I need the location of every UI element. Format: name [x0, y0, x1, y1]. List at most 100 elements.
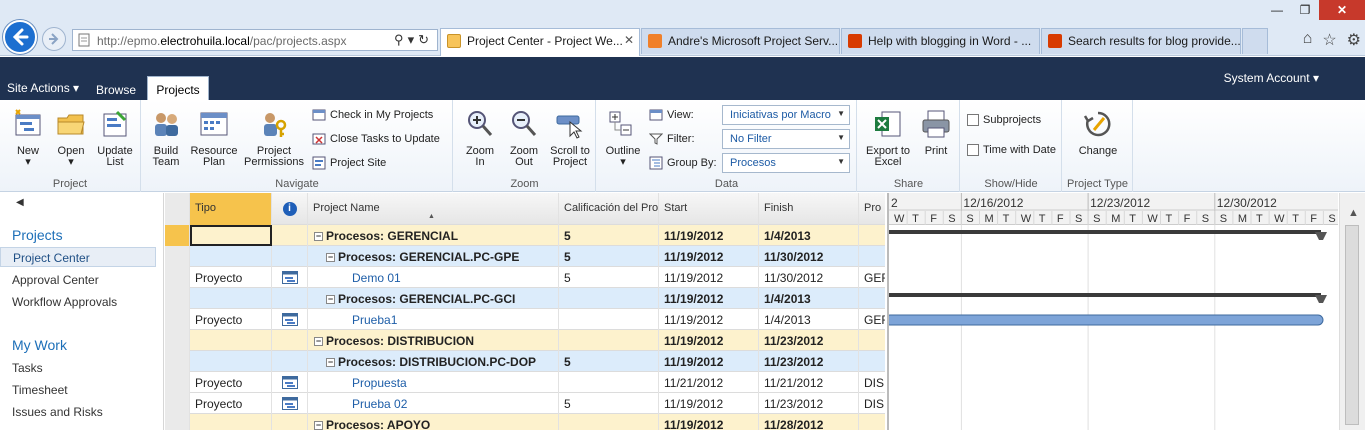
- start-cell[interactable]: 11/19/2012: [659, 393, 759, 414]
- nav-item-tasks[interactable]: Tasks: [12, 361, 43, 375]
- vertical-scrollbar[interactable]: ▲: [1339, 193, 1365, 430]
- calificacion-cell[interactable]: 5: [559, 393, 659, 414]
- column-header-tipo[interactable]: Tipo: [190, 193, 272, 225]
- pro-cell[interactable]: [859, 330, 885, 351]
- column-header-calificacion[interactable]: Calificación del Pro: [559, 193, 659, 225]
- zoom-out-button[interactable]: Zoom Out: [504, 108, 544, 168]
- finish-cell[interactable]: 1/4/2013: [759, 225, 859, 246]
- tab-projects[interactable]: Projects: [147, 76, 209, 100]
- group-row[interactable]: − Procesos: GERENCIAL 5 11/19/2012 1/4/2013: [165, 225, 885, 246]
- start-cell[interactable]: 11/19/2012: [659, 225, 759, 246]
- row-selector[interactable]: [165, 225, 190, 246]
- address-bar[interactable]: http://epmo.electrohuila.local/pac/proje…: [72, 29, 438, 51]
- project-name-cell[interactable]: − Procesos: GERENCIAL.PC-GCI: [308, 288, 559, 309]
- start-cell[interactable]: 11/19/2012: [659, 288, 759, 309]
- outline-button[interactable]: Outline ▾: [601, 108, 645, 168]
- finish-cell[interactable]: 11/30/2012: [759, 267, 859, 288]
- nav-heading-my-work[interactable]: My Work: [12, 337, 67, 353]
- site-actions-menu[interactable]: Site Actions ▾: [7, 81, 79, 95]
- close-tasks-button[interactable]: Close Tasks to Update: [312, 132, 440, 146]
- row-selector[interactable]: [165, 309, 190, 330]
- gear-icon[interactable]: ⚙: [1347, 30, 1361, 50]
- minimize-button[interactable]: —: [1263, 0, 1291, 20]
- start-cell[interactable]: 11/19/2012: [659, 267, 759, 288]
- window-close-button[interactable]: ✕: [1319, 0, 1365, 20]
- collapse-toggle-icon[interactable]: −: [314, 421, 323, 430]
- project-name-cell[interactable]: − Procesos: GERENCIAL: [308, 225, 559, 246]
- project-name-cell[interactable]: Demo 01: [308, 267, 559, 288]
- finish-cell[interactable]: 11/28/2012: [759, 414, 859, 430]
- nav-item-project-center[interactable]: Project Center: [0, 247, 156, 267]
- start-cell[interactable]: 11/21/2012: [659, 372, 759, 393]
- check-in-button[interactable]: Check in My Projects: [312, 108, 433, 122]
- refresh-icon[interactable]: ↻: [418, 32, 433, 47]
- group-row[interactable]: − Procesos: GERENCIAL.PC-GPE 5 11/19/2012 11…: [165, 246, 885, 267]
- group-row[interactable]: − Procesos: DISTRIBUCION.PC-DOP 5 11/19/201…: [165, 351, 885, 372]
- project-name-cell[interactable]: − Procesos: GERENCIAL.PC-GPE: [308, 246, 559, 267]
- pro-cell[interactable]: [859, 351, 885, 372]
- restore-button[interactable]: ❐: [1291, 0, 1319, 20]
- nav-item-timesheet[interactable]: Timesheet: [12, 383, 68, 397]
- tipo-cell[interactable]: Proyecto: [190, 309, 272, 330]
- column-header-pro[interactable]: Pro: [859, 193, 885, 225]
- collapse-toggle-icon[interactable]: −: [314, 337, 323, 346]
- column-header-info[interactable]: i: [272, 193, 308, 225]
- build-team-button[interactable]: Build Team: [148, 108, 184, 168]
- project-name-cell[interactable]: Prueba 02: [308, 393, 559, 414]
- collapse-nav-icon[interactable]: ◀: [16, 197, 24, 208]
- tipo-cell[interactable]: [190, 414, 272, 430]
- close-icon[interactable]: ✕: [624, 33, 634, 47]
- groupby-select[interactable]: Procesos ▼: [722, 153, 850, 173]
- finish-cell[interactable]: 11/21/2012: [759, 372, 859, 393]
- pro-cell[interactable]: GEF: [859, 309, 885, 330]
- scroll-up-icon[interactable]: ▲: [1348, 207, 1359, 219]
- tab-project-center[interactable]: Project Center - Project We... ✕: [440, 28, 640, 56]
- pro-cell[interactable]: GEF: [859, 267, 885, 288]
- nav-item-approval-center[interactable]: Approval Center: [12, 273, 99, 287]
- group-row[interactable]: − Procesos: GERENCIAL.PC-GCI 11/19/2012 1/4…: [165, 288, 885, 309]
- project-name-cell[interactable]: Prueba1: [308, 309, 559, 330]
- export-to-excel-button[interactable]: Export to Excel: [862, 108, 914, 168]
- row-selector[interactable]: [165, 267, 190, 288]
- project-name-cell[interactable]: − Procesos: DISTRIBUCION: [308, 330, 559, 351]
- filter-select[interactable]: No Filter ▼: [722, 129, 850, 149]
- print-button[interactable]: Print: [918, 108, 954, 157]
- group-row[interactable]: − Procesos: DISTRIBUCION 11/19/2012 11/23/2…: [165, 330, 885, 351]
- calificacion-cell[interactable]: [559, 372, 659, 393]
- group-row[interactable]: − Procesos: APOYO 11/19/2012 11/28/2012: [165, 414, 885, 430]
- tab-browse[interactable]: Browse: [96, 83, 136, 97]
- collapse-toggle-icon[interactable]: −: [326, 253, 335, 262]
- row-selector[interactable]: [165, 372, 190, 393]
- gantt-task-bar[interactable]: [889, 314, 1324, 326]
- tab-search-results[interactable]: Search results for blog provide...: [1041, 28, 1241, 54]
- column-header-finish[interactable]: Finish: [759, 193, 859, 225]
- project-site-button[interactable]: Project Site: [312, 156, 386, 170]
- project-row[interactable]: Proyecto Prueba 02 5 11/19/2012 11/23/2012 DI…: [165, 393, 885, 414]
- collapse-toggle-icon[interactable]: −: [326, 358, 335, 367]
- start-cell[interactable]: 11/19/2012: [659, 351, 759, 372]
- project-row[interactable]: Proyecto Demo 01511/19/201211/30/2012GEF: [165, 267, 885, 288]
- pro-cell[interactable]: [859, 225, 885, 246]
- calificacion-cell[interactable]: [559, 309, 659, 330]
- time-with-date-checkbox[interactable]: Time with Date: [967, 144, 1056, 156]
- pro-cell[interactable]: [859, 414, 885, 430]
- home-icon[interactable]: ⌂: [1303, 30, 1313, 50]
- finish-cell[interactable]: 11/23/2012: [759, 330, 859, 351]
- row-selector[interactable]: [165, 393, 190, 414]
- start-cell[interactable]: 11/19/2012: [659, 414, 759, 430]
- nav-heading-projects[interactable]: Projects: [12, 227, 63, 243]
- pro-cell[interactable]: [859, 288, 885, 309]
- tipo-cell[interactable]: Proyecto: [190, 393, 272, 414]
- project-row[interactable]: Proyecto Prueba1 11/19/20121/4/2013GEF: [165, 309, 885, 330]
- tipo-cell[interactable]: [190, 288, 272, 309]
- scroll-to-project-button[interactable]: Scroll to Project: [546, 108, 594, 168]
- open-button[interactable]: Open ▾: [52, 108, 90, 168]
- calificacion-cell[interactable]: [559, 330, 659, 351]
- new-button[interactable]: New ▾: [8, 108, 48, 168]
- finish-cell[interactable]: 11/30/2012: [759, 246, 859, 267]
- project-name-cell[interactable]: − Procesos: DISTRIBUCION.PC-DOP: [308, 351, 559, 372]
- forward-button[interactable]: [42, 27, 66, 51]
- gantt-summary-bar[interactable]: [889, 293, 1321, 297]
- column-header-start[interactable]: Start: [659, 193, 759, 225]
- back-button[interactable]: [3, 20, 37, 54]
